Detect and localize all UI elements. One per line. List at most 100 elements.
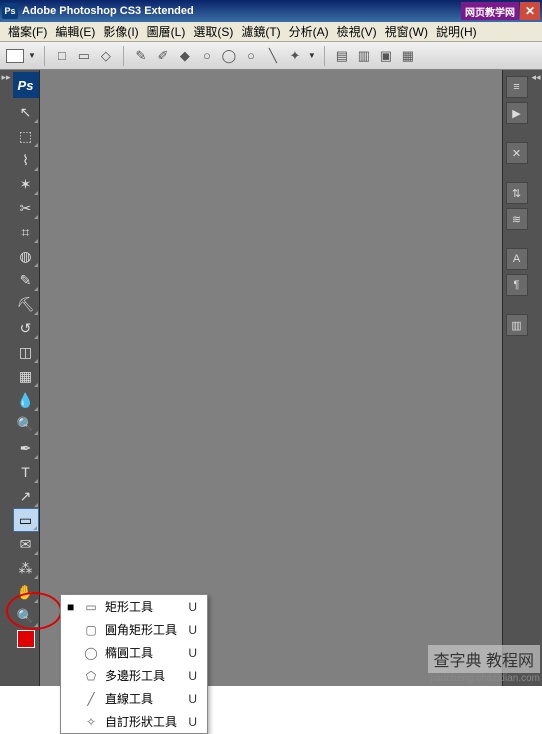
hand-tool[interactable]: ✋ xyxy=(13,580,39,604)
eraser-tool[interactable]: ◫ xyxy=(13,340,39,364)
right-collapse-strip[interactable]: ◂◂ xyxy=(530,70,542,686)
wand-tool[interactable]: ✶ xyxy=(13,172,39,196)
app-icon: Ps xyxy=(2,3,18,19)
menu-window[interactable]: 視窗(W) xyxy=(381,21,432,42)
panel-btn-tools[interactable]: ✕ xyxy=(506,142,528,164)
arrows-icon: ◂◂ xyxy=(531,72,540,83)
flyout-item-custom-shape[interactable]: ✧ 自訂形狀工具 U xyxy=(61,710,207,733)
rounded-rect-icon: ▢ xyxy=(83,622,99,638)
line-icon[interactable]: ╲ xyxy=(264,47,282,65)
type-tool[interactable]: T xyxy=(13,460,39,484)
zoom-tool[interactable]: 🔍 xyxy=(13,604,39,628)
close-button[interactable]: ✕ xyxy=(520,2,540,20)
left-collapse-strip[interactable]: ▸▸ xyxy=(0,70,12,686)
spot-heal-tool[interactable]: ◍ xyxy=(13,244,39,268)
flyout-label: 橢圓工具 xyxy=(105,644,177,661)
lasso-tool[interactable]: ⌇ xyxy=(13,148,39,172)
menu-layer[interactable]: 圖層(L) xyxy=(143,21,190,42)
flyout-item-rounded-rectangle[interactable]: ▢ 圓角矩形工具 U xyxy=(61,618,207,641)
rectangle-icon: ▭ xyxy=(83,599,99,615)
separator xyxy=(123,46,124,66)
roundrect-icon[interactable]: ○ xyxy=(198,47,216,65)
panel-btn-character[interactable]: A xyxy=(506,248,528,270)
options-bar: ▼ □ ▭ ◇ ✎ ✐ ◆ ○ ◯ ○ ╲ ✦ ▼ ▤ ▥ ▣ ▦ xyxy=(0,42,542,70)
paths-icon[interactable]: ▭ xyxy=(75,47,93,65)
watermark-bottom: 查字典 教程网 jiaocheng.chazidian.com xyxy=(428,645,540,684)
flyout-item-line[interactable]: ╱ 直線工具 U xyxy=(61,687,207,710)
pathop-4-icon[interactable]: ▦ xyxy=(399,47,417,65)
flyout-shortcut: U xyxy=(183,623,197,637)
flyout-shortcut: U xyxy=(183,646,197,660)
rect-icon[interactable]: ◆ xyxy=(176,47,194,65)
flyout-label: 直線工具 xyxy=(105,690,177,707)
foreground-color[interactable] xyxy=(17,630,35,648)
chevron-down-icon[interactable]: ▼ xyxy=(308,51,316,60)
pen-tool[interactable]: ✒ xyxy=(13,436,39,460)
eyedropper-tool[interactable]: ⁂ xyxy=(13,556,39,580)
freeform-pen-icon[interactable]: ✐ xyxy=(154,47,172,65)
arrows-icon: ▸▸ xyxy=(1,72,10,83)
watermark-top: 网页教学网 xyxy=(461,2,519,20)
toolbox: Ps ↖ ⬚ ⌇ ✶ ✂ ⌗ ◍ ✎ ⛏ ↺ ◫ ▦ 💧 🔍 ✒ T ↗ ▭ ✉… xyxy=(12,70,40,686)
pathop-1-icon[interactable]: ▤ xyxy=(333,47,351,65)
polygon-icon[interactable]: ○ xyxy=(242,47,260,65)
menubar: 檔案(F) 編輯(E) 影像(I) 圖層(L) 選取(S) 濾鏡(T) 分析(A… xyxy=(0,22,542,42)
shape-tool-flyout: ■ ▭ 矩形工具 U ▢ 圓角矩形工具 U ◯ 橢圓工具 U ⬠ 多邊形工具 U… xyxy=(60,594,208,734)
stamp-tool[interactable]: ⛏ xyxy=(13,292,39,316)
custom-shape-icon[interactable]: ✦ xyxy=(286,47,304,65)
flyout-item-ellipse[interactable]: ◯ 橢圓工具 U xyxy=(61,641,207,664)
shape-tool[interactable]: ▭ xyxy=(13,508,39,532)
polygon-icon: ⬠ xyxy=(83,668,99,684)
color-swatches[interactable] xyxy=(17,630,35,648)
menu-view[interactable]: 檢視(V) xyxy=(333,21,381,42)
fill-pixels-icon[interactable]: ◇ xyxy=(97,47,115,65)
menu-select[interactable]: 選取(S) xyxy=(189,21,237,42)
flyout-label: 矩形工具 xyxy=(105,598,177,615)
menu-image[interactable]: 影像(I) xyxy=(99,21,142,42)
tool-preset[interactable] xyxy=(6,49,24,63)
menu-edit[interactable]: 編輯(E) xyxy=(51,21,99,42)
menu-file[interactable]: 檔案(F) xyxy=(4,21,51,42)
panel-btn-play[interactable]: ▶ xyxy=(506,102,528,124)
notes-tool[interactable]: ✉ xyxy=(13,532,39,556)
blur-tool[interactable]: 💧 xyxy=(13,388,39,412)
menu-filter[interactable]: 濾鏡(T) xyxy=(237,21,284,42)
flyout-shortcut: U xyxy=(183,600,197,614)
shape-layers-icon[interactable]: □ xyxy=(53,47,71,65)
pathop-2-icon[interactable]: ▥ xyxy=(355,47,373,65)
panel-btn-swatches[interactable]: ▥ xyxy=(506,314,528,336)
slice-tool[interactable]: ⌗ xyxy=(13,220,39,244)
panel-btn-paragraph[interactable]: ¶ xyxy=(506,274,528,296)
flyout-item-rectangle[interactable]: ■ ▭ 矩形工具 U xyxy=(61,595,207,618)
panel-btn-channels[interactable]: ≋ xyxy=(506,208,528,230)
window-title: Adobe Photoshop CS3 Extended xyxy=(22,5,194,17)
flyout-shortcut: U xyxy=(183,715,197,729)
gradient-tool[interactable]: ▦ xyxy=(13,364,39,388)
titlebar: Ps Adobe Photoshop CS3 Extended 网页教学网 ✕ xyxy=(0,0,542,22)
separator xyxy=(324,46,325,66)
ellipse-icon[interactable]: ◯ xyxy=(220,47,238,65)
panel-btn-layers[interactable]: ⇅ xyxy=(506,182,528,204)
chevron-down-icon[interactable]: ▼ xyxy=(28,51,36,60)
crop-tool[interactable]: ✂ xyxy=(13,196,39,220)
flyout-shortcut: U xyxy=(183,692,197,706)
flyout-label: 自訂形狀工具 xyxy=(105,713,177,730)
menu-help[interactable]: 說明(H) xyxy=(432,21,481,42)
move-tool[interactable]: ↖ xyxy=(13,100,39,124)
custom-shape-icon: ✧ xyxy=(83,714,99,730)
pathop-3-icon[interactable]: ▣ xyxy=(377,47,395,65)
ellipse-icon: ◯ xyxy=(83,645,99,661)
flyout-label: 圓角矩形工具 xyxy=(105,621,177,638)
marquee-tool[interactable]: ⬚ xyxy=(13,124,39,148)
panel-btn-navigator[interactable]: ≡ xyxy=(506,76,528,98)
path-select-tool[interactable]: ↗ xyxy=(13,484,39,508)
pen-icon[interactable]: ✎ xyxy=(132,47,150,65)
brush-tool[interactable]: ✎ xyxy=(13,268,39,292)
menu-analysis[interactable]: 分析(A) xyxy=(285,21,333,42)
history-brush-tool[interactable]: ↺ xyxy=(13,316,39,340)
right-panel: ≡ ▶ ✕ ⇅ ≋ A ¶ ▥ xyxy=(502,70,530,686)
separator xyxy=(44,46,45,66)
dodge-tool[interactable]: 🔍 xyxy=(13,412,39,436)
ps-logo: Ps xyxy=(13,72,39,98)
flyout-item-polygon[interactable]: ⬠ 多邊形工具 U xyxy=(61,664,207,687)
